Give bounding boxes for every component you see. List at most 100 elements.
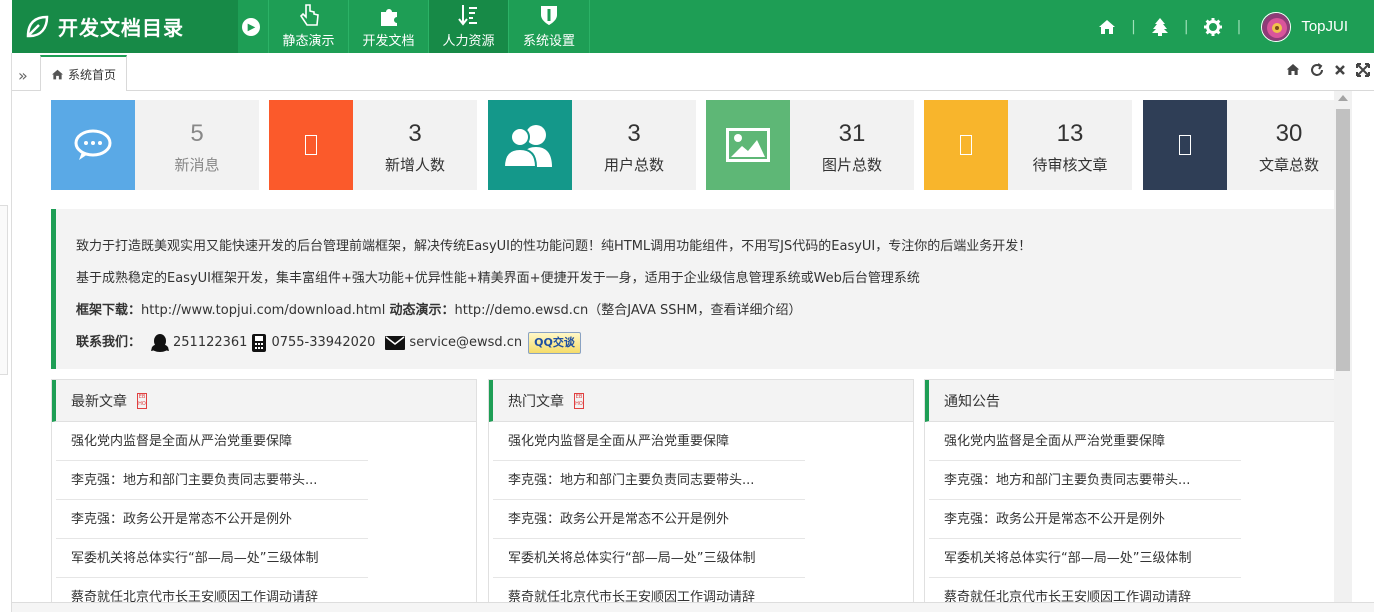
broken-image-icon bbox=[1143, 100, 1227, 190]
close-icon[interactable] bbox=[1334, 63, 1346, 77]
intro-box: 致力于打造既美观实用又能快速开发的后台管理前端框架，解决传统EasyUI的性功能… bbox=[51, 209, 1349, 369]
tab-tools bbox=[1286, 63, 1370, 77]
app-title: 开发文档目录 bbox=[58, 18, 184, 40]
picture-icon bbox=[706, 100, 790, 190]
menu-item-label: 系统设置 bbox=[522, 34, 575, 49]
list-item[interactable]: 李克强：政务公开是常态不公开是例外 bbox=[56, 500, 368, 539]
tab-home[interactable]: 系统首页 bbox=[40, 55, 128, 92]
panel-title: 通知公告 bbox=[944, 393, 1000, 410]
list-item[interactable]: 李克强：地方和部门主要负责同志要带头... bbox=[56, 461, 368, 500]
stat-card-total-articles[interactable]: 30 文章总数 bbox=[1143, 100, 1351, 190]
broken-image-icon bbox=[924, 100, 1008, 190]
envelope-icon bbox=[385, 336, 406, 350]
stat-value: 5 bbox=[190, 120, 204, 147]
shield-icon bbox=[541, 6, 557, 25]
download-link[interactable]: http://www.topjui.com/download.html bbox=[141, 303, 385, 318]
nav-toggle-button[interactable]: ▶ bbox=[242, 18, 260, 36]
download-row: 框架下载：http://www.topjui.com/download.html… bbox=[76, 295, 1329, 327]
intro-line-2: 基于成熟稳定的EasyUI框架开发，集丰富组件+强大功能+优异性能+精美界面+便… bbox=[76, 271, 920, 286]
list-item[interactable]: 军委机关将总体实行“部—局—处”三级体制 bbox=[929, 539, 1241, 578]
gear-icon[interactable] bbox=[1203, 17, 1223, 37]
vertical-scrollbar[interactable] bbox=[1334, 91, 1352, 612]
stat-label: 新消息 bbox=[174, 156, 220, 174]
home-icon[interactable] bbox=[1097, 17, 1117, 37]
hot-icon: EB HO bbox=[574, 392, 584, 409]
left-collapse-strip bbox=[0, 53, 12, 612]
email-address[interactable]: service@ewsd.cn bbox=[409, 327, 522, 359]
qq-chat-button[interactable]: QQ交谈 bbox=[528, 332, 581, 354]
stat-value: 3 bbox=[627, 120, 641, 147]
username[interactable]: TopJUI bbox=[1301, 18, 1348, 35]
panel-latest-articles: 最新文章 EB HO 强化党内监督是全面从严治党重要保障 李克强：地方和部门主要负责… bbox=[51, 379, 477, 612]
divider: | bbox=[1236, 18, 1242, 35]
list-item[interactable]: 强化党内监督是全面从严治党重要保障 bbox=[56, 422, 368, 461]
splitter-handle[interactable] bbox=[0, 205, 8, 375]
home-icon[interactable] bbox=[1286, 63, 1300, 76]
list-item[interactable]: 李克强：政务公开是常态不公开是例外 bbox=[493, 500, 805, 539]
contact-row: 联系我们： 251122361 0755-33942020 service@ew… bbox=[76, 327, 1329, 359]
stat-value: 30 bbox=[1275, 120, 1303, 147]
list-item[interactable]: 军委机关将总体实行“部—局—处”三级体制 bbox=[493, 539, 805, 578]
hot-icon: EB HO bbox=[137, 392, 147, 409]
menu-item-label: 开发文档 bbox=[362, 34, 415, 49]
intro-line-1: 致力于打造既美观实用又能快速开发的后台管理前端框架，解决传统EasyUI的性功能… bbox=[76, 239, 1032, 254]
stat-label: 新增人数 bbox=[384, 156, 445, 174]
stat-label: 图片总数 bbox=[821, 156, 882, 174]
scroll-up-arrow[interactable] bbox=[1338, 95, 1348, 101]
tab-label: 系统首页 bbox=[68, 67, 117, 82]
menu-item-static-demo[interactable]: 静态演示 bbox=[268, 0, 348, 53]
stat-card-images[interactable]: 31 图片总数 bbox=[706, 100, 914, 190]
logo-area: 开发文档目录 bbox=[12, 0, 238, 53]
tree-icon[interactable] bbox=[1150, 17, 1170, 37]
hand-pointer-icon bbox=[299, 4, 319, 26]
divider: | bbox=[1131, 18, 1136, 35]
broken-image-icon bbox=[269, 100, 353, 190]
stat-card-total-users[interactable]: 3 用户总数 bbox=[488, 100, 696, 190]
stat-card-pending-articles[interactable]: 13 待审核文章 bbox=[924, 100, 1132, 190]
stat-value: 13 bbox=[1056, 120, 1084, 147]
list-item[interactable]: 李克强：地方和部门主要负责同志要带头... bbox=[493, 461, 805, 500]
panel-header: 最新文章 EB HO bbox=[52, 380, 476, 422]
demo-note: （整合JAVA SSHM，查看详细介绍） bbox=[588, 303, 802, 318]
contact-label: 联系我们： bbox=[76, 335, 142, 350]
phone-number: 0755-33942020 bbox=[271, 335, 376, 350]
stat-label: 用户总数 bbox=[603, 156, 664, 174]
users-icon bbox=[488, 100, 572, 190]
top-header: 开发文档目录 ▶ 静态演示 开发文档 人力资源 系统设置 | | | TopJU… bbox=[12, 0, 1374, 53]
fullscreen-icon[interactable] bbox=[1356, 63, 1370, 77]
stat-card-messages[interactable]: 5 新消息 bbox=[51, 100, 259, 190]
stat-label: 文章总数 bbox=[1258, 156, 1319, 174]
qq-number: 251122361 bbox=[173, 335, 248, 350]
list-item[interactable]: 军委机关将总体实行“部—局—处”三级体制 bbox=[56, 539, 368, 578]
stat-value: 31 bbox=[838, 120, 866, 147]
home-icon bbox=[52, 69, 63, 79]
avatar[interactable] bbox=[1261, 11, 1292, 42]
menu-item-dev-docs[interactable]: 开发文档 bbox=[348, 0, 428, 53]
qq-penguin-icon bbox=[151, 333, 170, 353]
article-list: 强化党内监督是全面从严治党重要保障 李克强：地方和部门主要负责同志要带头... … bbox=[52, 422, 476, 611]
tab-bar: 系统首页 bbox=[12, 53, 1374, 92]
stat-label: 待审核文章 bbox=[1032, 156, 1108, 174]
demo-link[interactable]: http://demo.ewsd.cn bbox=[454, 303, 588, 318]
menu-item-system-settings[interactable]: 系统设置 bbox=[508, 0, 590, 53]
stat-card-new-users[interactable]: 3 新增人数 bbox=[269, 100, 477, 190]
chevron-right-icon: ▶ bbox=[247, 21, 256, 33]
article-list: 强化党内监督是全面从严治党重要保障 李克强：地方和部门主要负责同志要带头... … bbox=[489, 422, 913, 611]
list-item[interactable]: 强化党内监督是全面从严治党重要保障 bbox=[929, 422, 1241, 461]
list-item[interactable]: 李克强：政务公开是常态不公开是例外 bbox=[929, 500, 1241, 539]
refresh-icon[interactable] bbox=[1310, 63, 1324, 77]
menu-item-label: 人力资源 bbox=[442, 34, 495, 49]
expand-sidebar-icon[interactable]: » bbox=[18, 66, 28, 85]
panel-header: 热门文章 EB HO bbox=[489, 380, 913, 422]
panel-title: 最新文章 bbox=[71, 393, 127, 410]
scrollbar-thumb[interactable] bbox=[1336, 109, 1350, 371]
list-item[interactable]: 强化党内监督是全面从严治党重要保障 bbox=[493, 422, 805, 461]
stat-value: 3 bbox=[408, 120, 422, 147]
panel-title: 热门文章 bbox=[508, 393, 564, 410]
menu-item-label: 静态演示 bbox=[282, 34, 335, 49]
list-item[interactable]: 李克强：地方和部门主要负责同志要带头... bbox=[929, 461, 1241, 500]
qq-chat-button-label: QQ交谈 bbox=[534, 336, 575, 349]
content-area: 5 新消息 3 新增人数 3 用户总数 31 图片总数 13 待审核文章 30 … bbox=[40, 91, 1351, 612]
puzzle-icon bbox=[380, 9, 397, 26]
menu-item-hr[interactable]: 人力资源 bbox=[428, 0, 508, 53]
